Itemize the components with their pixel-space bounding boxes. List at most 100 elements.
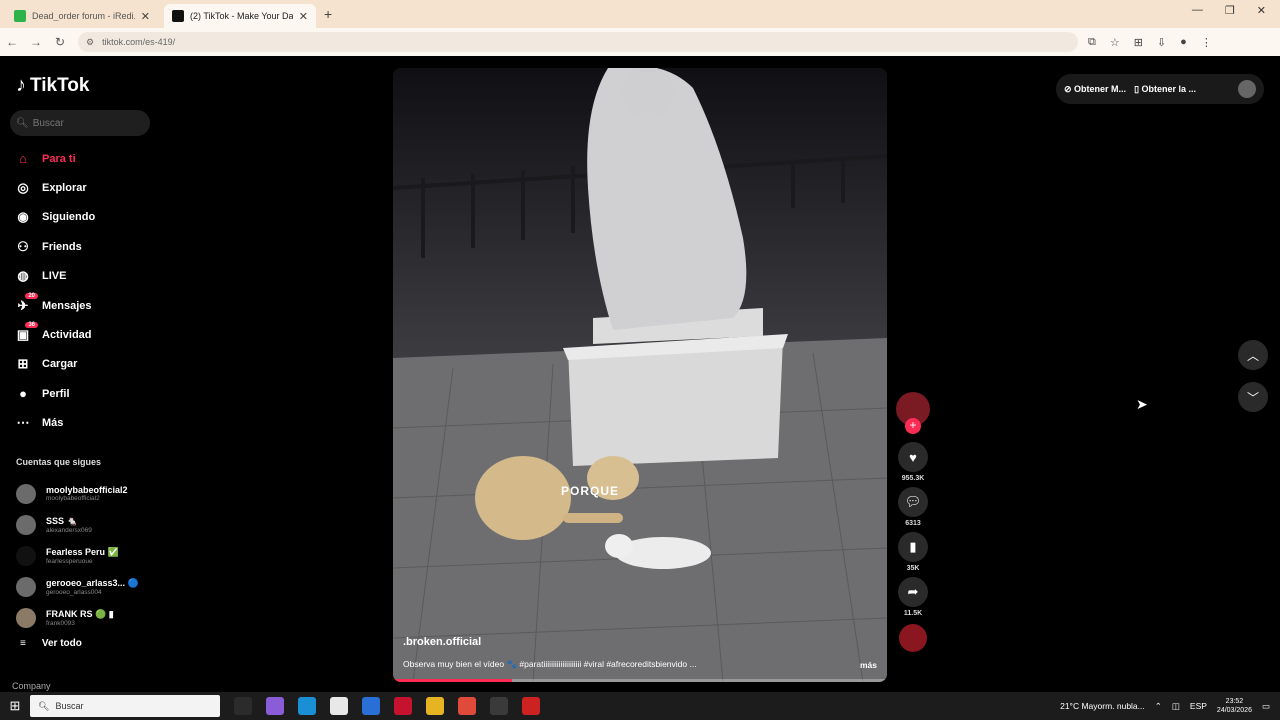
tab-favicon [172, 10, 184, 22]
following-section-title: Cuentas que sigues [16, 457, 102, 467]
sidebar-item-actividad[interactable]: ▣ 36 Actividad [14, 320, 174, 349]
windows-taskbar: ⊞ 🔍︎ Buscar 21°C Mayorm. nubla... ⌃ ◫ ES… [0, 692, 1280, 720]
avatar [16, 514, 36, 535]
network-icon[interactable]: ◫ [1172, 701, 1180, 712]
video-progress-bar[interactable] [393, 679, 887, 682]
share-action[interactable]: ➦ 11.5K [898, 577, 928, 617]
following-account[interactable]: gerooeo_arlass3... 🔵 gerooeo_arlass004 [16, 571, 176, 602]
avatar [16, 545, 36, 566]
heart-icon[interactable]: ♥ [898, 442, 928, 472]
app-icon[interactable] [522, 697, 540, 715]
see-all-button[interactable]: ≡ Ver todo [20, 638, 82, 649]
sidebar-item-para-ti[interactable]: ⌂ Para ti [14, 144, 174, 173]
following-account[interactable]: Fearless Peru ✅ fearlessperuoue [16, 540, 176, 571]
edge-icon[interactable] [298, 697, 316, 715]
sidebar-item-mas[interactable]: ⋯ Más [14, 409, 174, 438]
compass-icon: ◎ [17, 180, 29, 196]
following-account[interactable]: FRANK RS 🟢 ▮ frank0093 [16, 602, 176, 633]
windows-start-icon[interactable]: ⊞ [0, 698, 30, 714]
browser-tab-1[interactable]: Dead_order forum - iRedi... ✕ [6, 4, 158, 28]
save-action[interactable]: ▮ 35K [898, 532, 928, 572]
sidebar-item-explorar[interactable]: ◎ Explorar [14, 173, 174, 202]
language-indicator[interactable]: ESP [1190, 701, 1207, 711]
get-app-bar: ⊘ Obtener M... ▯ Obtener la ... [1056, 74, 1264, 104]
video-overlay-text: PORQUE [561, 484, 620, 498]
menu-icon[interactable]: ⋮ [1201, 36, 1212, 49]
mail-icon[interactable] [362, 697, 380, 715]
search-input[interactable]: 🔍︎ Buscar [10, 110, 150, 136]
copilot-icon[interactable] [266, 697, 284, 715]
url-input[interactable]: ⚙ tiktok.com/es-419/ [78, 32, 1078, 52]
badge: 20 [25, 292, 38, 299]
tray-chevron-icon[interactable]: ⌃ [1155, 701, 1162, 712]
following-account[interactable]: moolybabeofficial2 moolybabeofficial2 [16, 478, 176, 509]
video-actions: + ♥ 955.3K 💬︎ 6313 ▮ 35K ➦ 11.5K [895, 392, 931, 652]
taskbar-search-input[interactable]: 🔍︎ Buscar [30, 695, 220, 717]
comment-count: 6313 [905, 520, 921, 527]
mouse-cursor-icon: ➤ [1136, 396, 1148, 412]
sidebar-nav: ⌂ Para ti ◎ Explorar ◉ Siguiendo ⚇ Frien… [14, 144, 174, 438]
creator-avatar[interactable]: + [896, 392, 930, 434]
close-icon[interactable]: ✕ [141, 10, 150, 23]
previous-video-button[interactable]: ︿ [1238, 340, 1268, 370]
clock[interactable]: 23:52 24/03/2026 [1217, 697, 1252, 715]
like-action[interactable]: ♥ 955.3K [898, 442, 928, 482]
forward-icon[interactable]: → [24, 35, 48, 49]
bookmark-icon[interactable]: ▮ [898, 532, 928, 562]
site-info-icon[interactable]: ⚙ [86, 37, 94, 48]
sidebar-item-perfil[interactable]: ● Perfil [14, 379, 174, 408]
sidebar-item-friends[interactable]: ⚇ Friends [14, 232, 174, 261]
reload-icon[interactable]: ↻ [48, 35, 72, 49]
downloads-icon[interactable]: ⇩ [1157, 36, 1166, 49]
comment-action[interactable]: 💬︎ 6313 [898, 487, 928, 527]
chevron-up-icon: ︿ [1246, 348, 1259, 363]
get-desktop-app-button[interactable]: ▯ Obtener la ... [1134, 84, 1196, 95]
tiktok-logo[interactable]: ♪ TikTok [16, 74, 89, 97]
chrome-active-icon[interactable] [490, 697, 508, 715]
caption-more-button[interactable]: más [860, 660, 877, 670]
opera-icon[interactable] [394, 697, 412, 715]
close-window-icon[interactable]: ✕ [1257, 4, 1266, 17]
install-icon[interactable]: ⧉ [1088, 36, 1096, 49]
store-icon[interactable] [330, 697, 348, 715]
close-icon[interactable]: ✕ [299, 10, 308, 23]
following-list: moolybabeofficial2 moolybabeofficial2 SSS… [16, 478, 176, 633]
home-icon: ⌂ [19, 151, 27, 167]
bookmark-star-icon[interactable]: ☆ [1110, 36, 1120, 49]
comment-icon[interactable]: 💬︎ [898, 487, 928, 517]
browser-tab-2[interactable]: (2) TikTok - Make Your Day ✕ [164, 4, 316, 28]
new-tab-button[interactable]: + [324, 6, 332, 22]
get-app-button[interactable]: ⊘ Obtener M... [1064, 84, 1126, 95]
maximize-icon[interactable]: ❐ [1225, 4, 1235, 17]
back-icon[interactable]: ← [0, 35, 24, 49]
company-link[interactable]: Company [12, 681, 51, 691]
sidebar-item-mensajes[interactable]: ✈ 20 Mensajes [14, 291, 174, 320]
avatar[interactable] [1238, 80, 1256, 98]
video-username[interactable]: .broken.official [403, 636, 481, 648]
follow-plus-icon[interactable]: + [905, 418, 921, 434]
sidebar-item-siguiendo[interactable]: ◉ Siguiendo [14, 203, 174, 232]
profile-icon: ● [19, 386, 27, 402]
following-account[interactable]: SSS 🐁 alexandersx069 [16, 509, 176, 540]
video-frame [393, 68, 887, 682]
tiktok-note-icon: ♪ [16, 74, 26, 96]
search-placeholder: Buscar [32, 117, 64, 129]
music-disc-icon[interactable] [899, 624, 927, 652]
sidebar-item-cargar[interactable]: ⊞ Cargar [14, 350, 174, 379]
search-icon: 🔍︎ [16, 117, 29, 129]
notifications-icon[interactable]: ▭ [1262, 701, 1270, 712]
sidebar-item-live[interactable]: ◍ LIVE [14, 262, 174, 291]
file-explorer-icon[interactable] [426, 697, 444, 715]
minimize-icon[interactable]: — [1192, 4, 1203, 17]
next-video-button[interactable]: ﹀ [1238, 382, 1268, 412]
video-player[interactable]: PORQUE .broken.official Observa muy bien… [393, 68, 887, 682]
extensions-icon[interactable]: ⊞ [1134, 36, 1143, 49]
badge: 36 [25, 322, 38, 329]
weather-widget[interactable]: 21°C Mayorm. nubla... [1060, 701, 1145, 711]
share-icon[interactable]: ➦ [898, 577, 928, 607]
profile-icon[interactable]: ● [1180, 36, 1187, 49]
friends-icon: ⚇ [17, 238, 29, 254]
chrome-icon[interactable] [458, 697, 476, 715]
task-view-icon[interactable] [234, 697, 252, 715]
avatar [16, 607, 36, 628]
